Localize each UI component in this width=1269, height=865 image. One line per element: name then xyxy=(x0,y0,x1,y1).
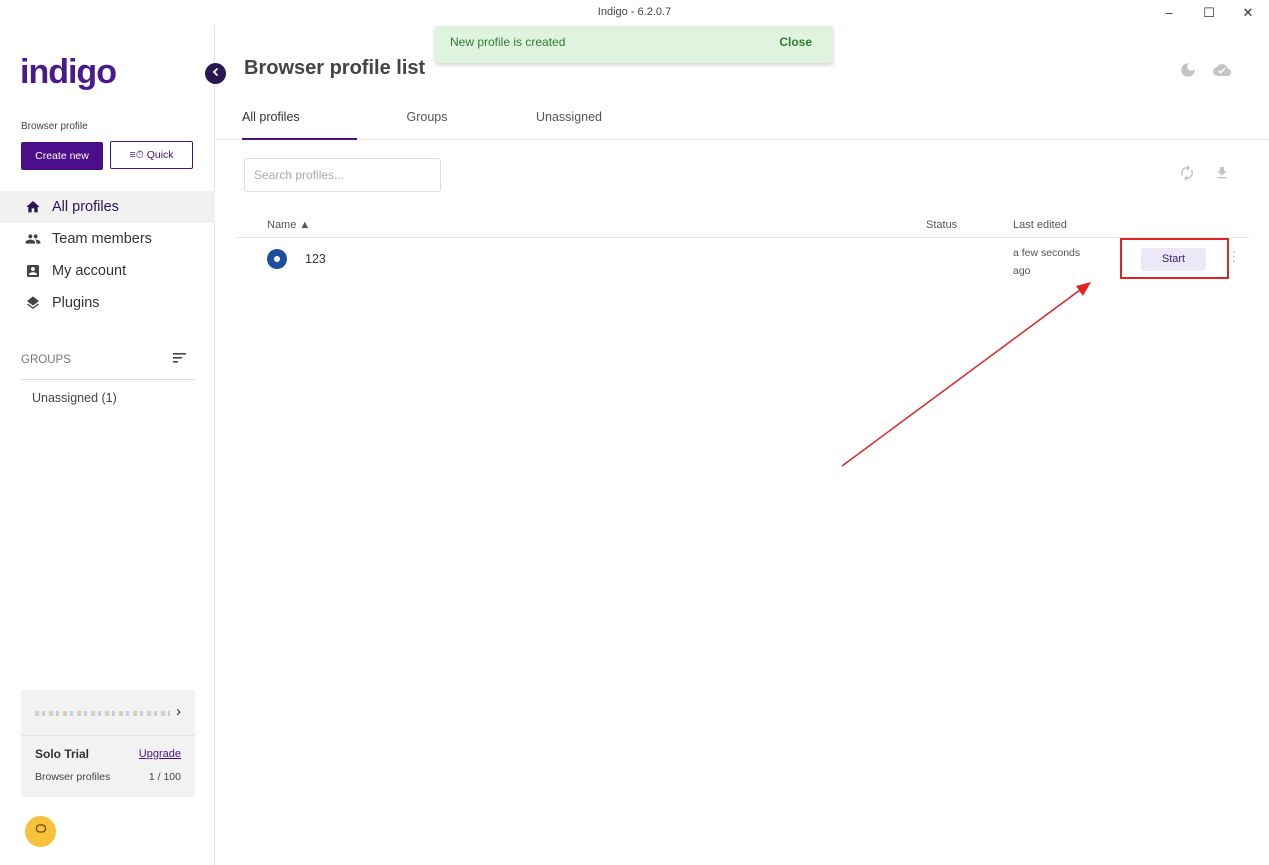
indigo-logo: indigo xyxy=(20,53,117,91)
sidebar-item-team-members[interactable]: Team members xyxy=(0,223,215,255)
sidebar-item-label: Team members xyxy=(52,231,152,247)
sidebar-item-all-profiles[interactable]: All profiles xyxy=(0,191,215,223)
sidebar-item-label: Plugins xyxy=(52,295,100,311)
table-tools xyxy=(1178,164,1230,187)
quick-button[interactable]: ≡⏱ Quick xyxy=(110,141,193,169)
profile-tabs: All profiles Groups Unassigned xyxy=(216,100,1269,140)
profile-name[interactable]: 123 xyxy=(305,252,326,266)
quick-timer-icon: ≡⏱ xyxy=(129,149,147,161)
blurred-account-name xyxy=(35,711,170,716)
browser-profiles-count: 1 / 100 xyxy=(148,771,181,783)
close-window-icon[interactable]: ✕ xyxy=(1233,4,1263,22)
sidebar-item-my-account[interactable]: My account xyxy=(0,255,215,287)
layers-icon xyxy=(24,294,42,312)
browser-profile-label: Browser profile xyxy=(21,121,88,132)
chat-help-icon[interactable] xyxy=(25,816,56,847)
page-title: Browser profile list xyxy=(244,57,426,79)
table-header: Name ▲ Status Last edited xyxy=(236,214,1249,238)
column-last-edited: Last edited xyxy=(1013,219,1067,231)
tab-groups[interactable]: Groups xyxy=(392,100,462,140)
groups-header: GROUPS xyxy=(21,352,195,380)
toast-message: New profile is created xyxy=(450,35,566,49)
sidebar-item-plugins[interactable]: Plugins xyxy=(0,287,215,319)
refresh-icon[interactable] xyxy=(1178,164,1196,187)
sidebar: indigo Browser profile Create new ≡⏱ Qui… xyxy=(0,26,215,865)
toast-notification: New profile is created Close xyxy=(435,26,833,63)
dark-mode-icon[interactable] xyxy=(1179,61,1197,84)
chevron-right-icon: › xyxy=(176,703,181,720)
tab-unassigned[interactable]: Unassigned xyxy=(528,100,610,140)
upgrade-link[interactable]: Upgrade xyxy=(139,748,181,760)
download-icon[interactable] xyxy=(1214,164,1230,187)
table-row[interactable]: 123 a few seconds ago Start ⋮ xyxy=(236,238,1249,284)
maximize-icon[interactable]: ☐ xyxy=(1194,4,1224,22)
create-new-button[interactable]: Create new xyxy=(21,142,103,170)
people-icon xyxy=(24,230,42,248)
groups-label: GROUPS xyxy=(21,354,71,366)
sort-icon[interactable] xyxy=(173,352,187,367)
column-status: Status xyxy=(926,219,958,231)
start-button[interactable]: Start xyxy=(1141,248,1206,271)
column-name[interactable]: Name ▲ xyxy=(267,219,310,231)
browser-profiles-label: Browser profiles xyxy=(35,771,111,783)
search-input[interactable] xyxy=(244,158,441,192)
sidebar-item-label: All profiles xyxy=(52,199,119,215)
tab-all-profiles[interactable]: All profiles xyxy=(242,100,357,140)
window-title: Indigo - 6.2.0.7 xyxy=(597,6,672,18)
more-options-icon[interactable]: ⋮ xyxy=(1227,248,1241,265)
browser-profile-icon xyxy=(267,249,287,269)
plan-name: Solo Trial xyxy=(35,747,90,761)
quick-button-label: Quick xyxy=(146,149,174,161)
profile-last-edited: a few seconds ago xyxy=(1013,247,1081,277)
minimize-icon[interactable]: – xyxy=(1154,4,1184,22)
collapse-sidebar-icon[interactable] xyxy=(205,63,226,84)
account-box-icon xyxy=(24,262,42,280)
sidebar-item-label: My account xyxy=(52,263,127,279)
home-icon xyxy=(24,198,42,216)
toast-close-button[interactable]: Close xyxy=(779,35,812,49)
plan-card: › Solo Trial Upgrade Browser profiles 1 … xyxy=(21,690,195,797)
cloud-sync-icon[interactable] xyxy=(1211,61,1233,84)
group-item-unassigned[interactable]: Unassigned (1) xyxy=(32,391,117,405)
main-content: Browser profile list All profiles Groups… xyxy=(216,26,1269,865)
window-titlebar: Indigo - 6.2.0.7 – ☐ ✕ xyxy=(0,0,1269,26)
top-actions xyxy=(1179,61,1233,84)
account-switcher[interactable]: › xyxy=(21,690,195,736)
sidebar-nav: All profiles Team members My account Plu… xyxy=(0,191,215,319)
